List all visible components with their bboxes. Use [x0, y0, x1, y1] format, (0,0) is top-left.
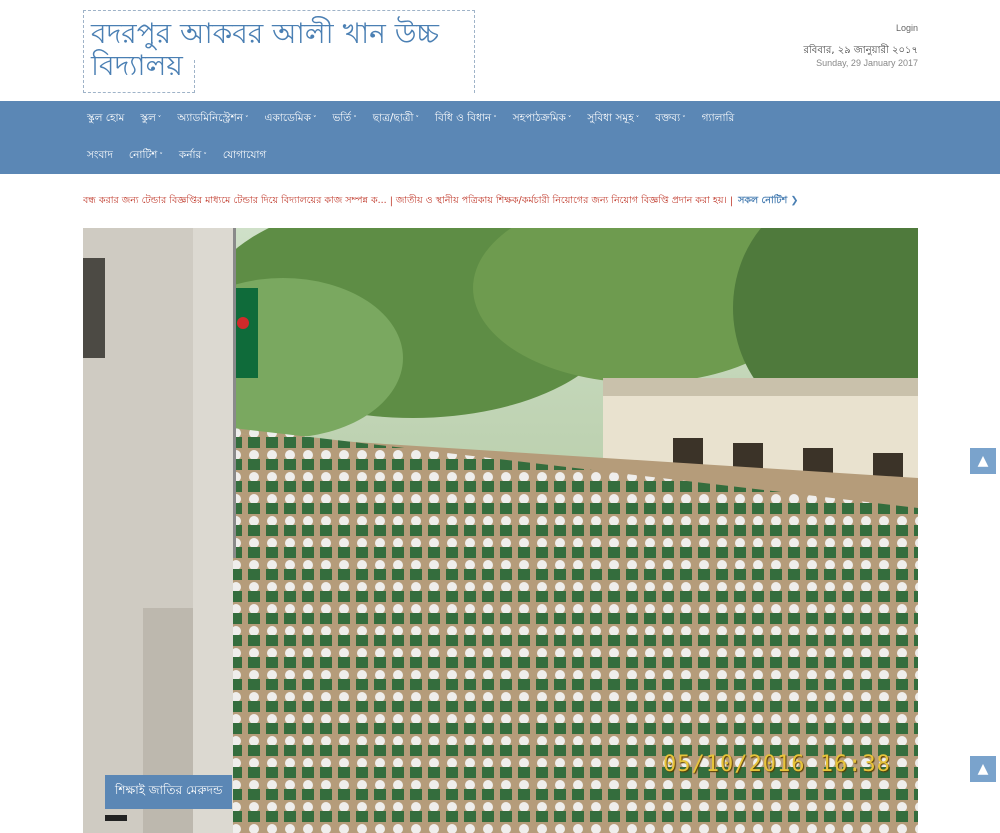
- nav-item[interactable]: গ্যালারি: [702, 111, 735, 128]
- notice-separator: |: [389, 196, 393, 207]
- hero-slider-image: [83, 228, 918, 833]
- chevron-down-icon: ˅: [353, 115, 357, 123]
- notice-ticker: বন্ধ করার জন্য টেন্ডার বিজ্ঞপ্তির মাধ্যম…: [83, 194, 918, 209]
- chevron-down-icon: ˅: [415, 115, 420, 123]
- scroll-to-top-button[interactable]: ▲: [970, 756, 996, 782]
- nav-item[interactable]: স্কুল হোম: [87, 111, 124, 128]
- school-name[interactable]: বদরপুর আকবর আলী খান উচ্চ বিদ্যালয়: [83, 18, 491, 82]
- slide-caption: শিক্ষাই জাতির মেরুদন্ড: [105, 775, 233, 809]
- nav-item-label: স্কুল হোম: [87, 111, 125, 124]
- slide-indicator[interactable]: [105, 815, 127, 821]
- site-header: বদরপুর আকবর আলী খান উচ্চ বিদ্যালয় Login…: [0, 0, 1000, 101]
- nav-item-label: যোগাযোগ: [222, 148, 267, 161]
- notice-item[interactable]: বন্ধ করার জন্য টেন্ডার বিজ্ঞপ্তির মাধ্যম…: [83, 194, 387, 209]
- nav-item-label: স্কুল: [140, 111, 156, 124]
- nav-item[interactable]: বক্তব্য ˅: [655, 111, 685, 128]
- nav-item[interactable]: সহপাঠক্রমিক ˅: [513, 111, 572, 128]
- nav-item[interactable]: কর্নার ˅: [179, 148, 207, 165]
- chevron-right-icon: ❯: [790, 195, 799, 206]
- notice-item[interactable]: জাতীয় ও স্থানীয় পত্রিকায় শিক্ষক/কর্মচ…: [396, 194, 727, 209]
- nav-item[interactable]: সুবিধা সমূহ ˅: [587, 111, 639, 128]
- nav-item-label: সংবাদ: [87, 148, 113, 161]
- nav-item[interactable]: অ্যাডমিনিস্ট্রেশন ˅: [177, 111, 248, 128]
- nav-item-label: বক্তব্য: [655, 111, 681, 124]
- chevron-down-icon: ˅: [312, 115, 317, 123]
- notice-separator: |: [729, 196, 734, 207]
- chevron-down-icon: ˅: [567, 115, 572, 123]
- nav-item-label: সহপাঠক্রমিক: [512, 111, 566, 124]
- nav-item[interactable]: যোগাযোগ: [223, 148, 266, 165]
- chevron-up-icon[interactable]: ▲: [970, 448, 996, 474]
- nav-item-label: ছাত্র/ছাত্রী: [372, 111, 414, 124]
- nav-item-label: নোটিশ: [128, 148, 158, 161]
- nav-item-label: বিধি ও বিধান: [435, 111, 492, 124]
- date-english: Sunday, 29 January 2017: [816, 58, 918, 68]
- nav-item[interactable]: স্কুল ˅: [140, 111, 161, 128]
- nav-item[interactable]: একাডেমিক ˅: [264, 111, 316, 128]
- login-link[interactable]: Login: [896, 23, 918, 33]
- photo-timestamp: 05/10/2016 16:38: [663, 752, 891, 777]
- nav-row-2: সংবাদ নোটিশ ˅ কর্নার ˅ যোগাযোগ: [87, 138, 282, 174]
- nav-item-label: একাডেমিক: [264, 111, 311, 124]
- all-notices-label: সকল নোটিশ: [738, 195, 788, 206]
- chevron-down-icon: ˅: [244, 115, 249, 123]
- nav-item-label: ভর্তি: [332, 111, 352, 124]
- chevron-down-icon: ˅: [159, 152, 163, 160]
- nav-item-label: সুবিধা সমূহ: [587, 111, 634, 124]
- nav-item[interactable]: বিধি ও বিধান ˅: [435, 111, 497, 128]
- nav-item-label: গ্যালারি: [701, 111, 735, 124]
- nav-item[interactable]: ছাত্র/ছাত্রী ˅: [373, 111, 419, 128]
- nav-row-1: স্কুল হোম স্কুল ˅ অ্যাডমিনিস্ট্রেশন ˅ একাডেমি…: [87, 101, 750, 137]
- all-notices-link[interactable]: সকল নোটিশ ❯: [738, 194, 798, 209]
- chevron-down-icon: ˅: [493, 115, 497, 123]
- nav-item[interactable]: সংবাদ: [87, 148, 113, 165]
- nav-item-label: কর্নার: [178, 148, 202, 161]
- chevron-down-icon: ˅: [203, 152, 207, 160]
- chevron-down-icon: ˅: [157, 115, 162, 123]
- nav-item[interactable]: নোটিশ ˅: [129, 148, 163, 165]
- nav-item[interactable]: ভর্তি ˅: [332, 111, 356, 128]
- chevron-down-icon: ˅: [635, 115, 640, 123]
- chevron-down-icon: ˅: [682, 115, 686, 123]
- nav-item-label: অ্যাডমিনিস্ট্রেশন: [177, 111, 243, 124]
